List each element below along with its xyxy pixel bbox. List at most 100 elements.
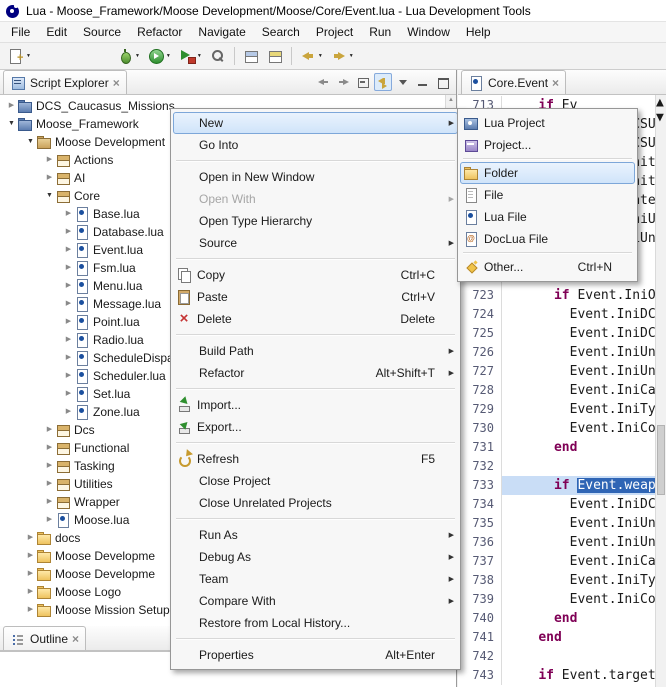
toolbar-debug-button[interactable]: ▼: [114, 45, 143, 68]
menu-item-compare-with[interactable]: Compare With▶: [173, 590, 458, 612]
menubar-item-project[interactable]: Project: [308, 23, 361, 41]
line-number[interactable]: 726: [458, 343, 502, 362]
dropdown-caret-icon[interactable]: ▼: [166, 54, 171, 59]
line-number[interactable]: 727: [458, 362, 502, 381]
expander-closed-icon[interactable]: ▶: [44, 511, 55, 529]
scroll-up-icon[interactable]: ▲: [656, 95, 664, 110]
code-text[interactable]: [502, 647, 666, 666]
dropdown-caret-icon[interactable]: ▼: [197, 54, 202, 59]
menubar-item-navigate[interactable]: Navigate: [190, 23, 253, 41]
close-icon[interactable]: ×: [72, 633, 79, 645]
toolbar-table-view-button[interactable]: [240, 45, 262, 68]
expander-closed-icon[interactable]: ▶: [63, 385, 74, 403]
menu-item-properties[interactable]: PropertiesAlt+Enter: [173, 644, 458, 666]
menu-item-open-with[interactable]: Open With▶: [173, 188, 458, 210]
code-text[interactable]: Event.IniUnit = UNIT:FindByName( Event.I…: [502, 533, 666, 552]
code-text[interactable]: Event.IniUnit = UNIT:FindByName( Event.I…: [502, 362, 666, 381]
expander-closed-icon[interactable]: ▶: [63, 277, 74, 295]
line-number[interactable]: 733: [458, 476, 502, 495]
toolbar-run-button[interactable]: ▼: [145, 45, 174, 68]
expander-closed-icon[interactable]: ▶: [25, 565, 36, 583]
line-number[interactable]: 740: [458, 609, 502, 628]
expander-closed-icon[interactable]: ▶: [44, 493, 55, 511]
code-text[interactable]: Event.IniUnitName = Event.IniDCSUnitName: [502, 514, 666, 533]
dropdown-caret-icon[interactable]: ▼: [318, 54, 323, 59]
code-text[interactable]: Event.IniUnitName = Event.IniDCSUnitName: [502, 343, 666, 362]
expander-closed-icon[interactable]: ▶: [63, 205, 74, 223]
expander-closed-icon[interactable]: ▶: [25, 547, 36, 565]
menu-item-debug-as[interactable]: Debug As▶: [173, 546, 458, 568]
expander-closed-icon[interactable]: ▶: [25, 601, 36, 619]
line-number[interactable]: 741: [458, 628, 502, 647]
menu-item-build-path[interactable]: Build Path▶: [173, 340, 458, 362]
expander-closed-icon[interactable]: ▶: [44, 169, 55, 187]
editor-scrollbar[interactable]: ▲ ▼: [655, 95, 666, 687]
line-number[interactable]: 723: [458, 286, 502, 305]
menu-item-import[interactable]: Import...: [173, 394, 458, 416]
line-number[interactable]: 735: [458, 514, 502, 533]
expander-closed-icon[interactable]: ▶: [63, 223, 74, 241]
toolbar-mark-occurrences-button[interactable]: [264, 45, 286, 68]
menu-item-open-type-hierarchy[interactable]: Open Type Hierarchy: [173, 210, 458, 232]
menubar-item-window[interactable]: Window: [399, 23, 458, 41]
expander-closed-icon[interactable]: ▶: [63, 313, 74, 331]
code-text[interactable]: end: [502, 609, 666, 628]
expander-closed-icon[interactable]: ▶: [44, 421, 55, 439]
expander-closed-icon[interactable]: ▶: [63, 403, 74, 421]
menu-item-copy[interactable]: CopyCtrl+C: [173, 264, 458, 286]
menu-item-refactor[interactable]: RefactorAlt+Shift+T▶: [173, 362, 458, 384]
line-number[interactable]: 730: [458, 419, 502, 438]
expander-open-icon[interactable]: ▼: [6, 115, 17, 133]
line-number[interactable]: 728: [458, 381, 502, 400]
expander-closed-icon[interactable]: ▶: [6, 97, 17, 115]
menu-item-paste[interactable]: PasteCtrl+V: [173, 286, 458, 308]
code-text[interactable]: end: [502, 438, 666, 457]
code-text[interactable]: if Event.IniObjectCategory then: [502, 286, 666, 305]
menu-item-delete[interactable]: DeleteDelete: [173, 308, 458, 330]
menu-item-restore-from-local-history[interactable]: Restore from Local History...: [173, 612, 458, 634]
toolbar-search-button[interactable]: [207, 45, 229, 68]
toolbar-external-tools-button[interactable]: ▼: [176, 45, 205, 68]
code-text[interactable]: Event.IniDCSUnitName = Event.IniDCSUnit:…: [502, 324, 666, 343]
new-menu-item-folder[interactable]: Folder: [460, 162, 635, 184]
expander-closed-icon[interactable]: ▶: [63, 331, 74, 349]
new-menu-item-project[interactable]: Project...: [460, 134, 635, 156]
expander-closed-icon[interactable]: ▶: [44, 475, 55, 493]
line-number[interactable]: 738: [458, 571, 502, 590]
expander-closed-icon[interactable]: ▶: [25, 529, 36, 547]
expander-closed-icon[interactable]: ▶: [63, 241, 74, 259]
scroll-up-icon[interactable]: ▲: [446, 97, 456, 103]
toolbar-new-wizard-button[interactable]: ▼: [5, 45, 34, 68]
new-menu-item-file[interactable]: File: [460, 184, 635, 206]
expander-closed-icon[interactable]: ▶: [63, 367, 74, 385]
code-text[interactable]: if Event.weapon then: [502, 476, 666, 495]
new-menu-item-lua-project[interactable]: Lua Project: [460, 112, 635, 134]
explorer-collapse-all-button[interactable]: [354, 73, 372, 91]
code-text[interactable]: Event.IniTypeName = Event.IniDCSUnit:get…: [502, 571, 666, 590]
expander-closed-icon[interactable]: ▶: [44, 457, 55, 475]
menu-item-export[interactable]: Export...: [173, 416, 458, 438]
expander-closed-icon[interactable]: ▶: [63, 259, 74, 277]
line-number[interactable]: 731: [458, 438, 502, 457]
line-number[interactable]: 734: [458, 495, 502, 514]
scroll-down-icon[interactable]: ▼: [656, 110, 664, 125]
code-text[interactable]: Event.IniDCSUnit = Event.initiator: [502, 305, 666, 324]
menubar-item-file[interactable]: File: [3, 23, 38, 41]
code-text[interactable]: if Event.target then: [502, 666, 666, 685]
menubar-item-refactor[interactable]: Refactor: [129, 23, 190, 41]
explorer-minimize-button[interactable]: [414, 73, 432, 91]
menu-item-go-into[interactable]: Go Into: [173, 134, 458, 156]
code-text[interactable]: Event.IniTypeName = Event.IniDCSUnit:get…: [502, 400, 666, 419]
new-menu-item-lua-file[interactable]: Lua File: [460, 206, 635, 228]
expander-closed-icon[interactable]: ▶: [63, 349, 74, 367]
menubar-item-edit[interactable]: Edit: [38, 23, 75, 41]
explorer-link-with-editor-button[interactable]: [374, 73, 392, 91]
new-menu-item-other[interactable]: Other...Ctrl+N: [460, 256, 635, 278]
line-number[interactable]: 737: [458, 552, 502, 571]
line-number[interactable]: 742: [458, 647, 502, 666]
menubar-item-run[interactable]: Run: [361, 23, 399, 41]
explorer-nav-forward-button[interactable]: [334, 73, 352, 91]
dropdown-caret-icon[interactable]: ▼: [349, 54, 354, 59]
expander-closed-icon[interactable]: ▶: [25, 583, 36, 601]
explorer-view-menu-button[interactable]: [394, 73, 412, 91]
